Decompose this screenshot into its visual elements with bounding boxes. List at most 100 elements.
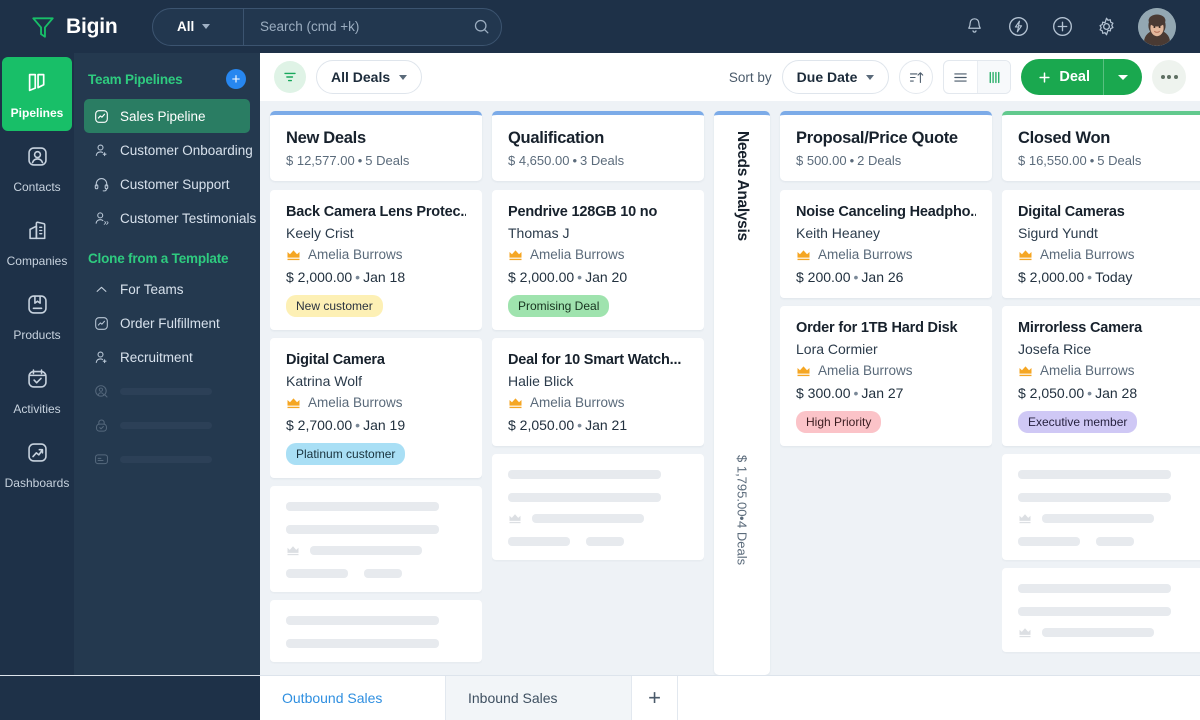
column-count: 2 Deals [857,153,902,168]
add-tab-button[interactable]: + [632,676,678,720]
rail-item-pipelines[interactable]: Pipelines [2,57,72,131]
deal-contact: Josefa Rice [1018,341,1092,357]
user-add-icon [92,141,110,159]
plus-circle-icon[interactable] [1050,15,1074,39]
filter-icon[interactable] [274,61,306,93]
column-title: New Deals [286,129,366,147]
deal-tag: High Priority [796,411,882,433]
column-cards[interactable]: Pendrive 128GB 10 no Thomas J Amelia Bur… [492,190,704,675]
board-column-qualification: Qualification $ 4,650.00 • 3 Deals Pendriv… [492,111,704,675]
clone-template-title: Clone from a Template [88,251,229,266]
list-view-icon[interactable] [944,61,977,93]
avatar[interactable] [1138,7,1176,46]
rail-item-dashboards[interactable]: Dashboards [2,427,72,501]
add-deal-label: Deal [1059,69,1090,85]
column-cards[interactable]: Digital Cameras Sigurd Yundt Amelia Burr… [1002,190,1200,675]
deal-card[interactable]: Order for 1TB Hard Disk Lora Cormier Ame… [780,306,992,446]
deal-card[interactable]: Digital Camera Katrina Wolf Amelia Burro… [270,338,482,478]
companies-icon [24,217,51,247]
sidebar-item-for-teams[interactable]: For Teams [84,272,250,306]
deal-date: Jan 21 [585,417,628,433]
sidebar-item-sales-pipeline[interactable]: Sales Pipeline [84,99,250,133]
board-column-needs-analysis-collapsed[interactable]: Needs Analysis $ 1,795.00•4 Deals [714,111,770,675]
rail-item-contacts[interactable]: Contacts [2,131,72,205]
deal-date: Jan 28 [1095,385,1138,401]
deal-card-skeleton [492,454,704,560]
column-title: Needs Analysis [734,131,751,241]
sidebar-item-label: Recruitment [120,349,193,365]
rail-item-products[interactable]: Products [2,279,72,353]
gear-icon[interactable] [1094,15,1118,39]
board-column-new-deals: New Deals $ 12,577.00 • 5 Deals Back Camer… [270,111,482,675]
deal-amount-row: $ 2,050.00 • Jan 28 [1018,385,1138,401]
tab-label: Outbound Sales [282,690,383,706]
deal-owner-name: Amelia Burrows [1040,247,1135,262]
column-summary: $ 12,577.00 • 5 Deals [286,153,410,168]
deal-date: Jan 27 [861,385,904,401]
column-amount: $ 500.00 [796,153,847,168]
pipelines-icon [24,69,51,99]
deal-amount-row: $ 2,000.00 • Jan 20 [508,269,628,285]
brand-name: Bigin [66,14,118,38]
tab-outbound-sales[interactable]: Outbound Sales [260,676,446,720]
deal-owner-name: Amelia Burrows [530,247,625,262]
sidebar-item-customer-support[interactable]: Customer Support [84,167,250,201]
column-amount: $ 4,650.00 [508,153,570,168]
pipeline-chart-icon [92,107,110,125]
add-pipeline-button[interactable]: + [226,69,246,89]
tab-bar-spacer [0,676,260,720]
sidebar-item-customer-testimonials[interactable]: Customer Testimonials [84,201,256,235]
deal-contact: Katrina Wolf [286,373,362,389]
column-cards[interactable]: Back Camera Lens Protec... Keely Crist A… [270,190,482,675]
deal-card[interactable]: Digital Cameras Sigurd Yundt Amelia Burr… [1002,190,1200,298]
sidebar-item-label: Order Fulfillment [120,315,220,331]
column-header[interactable]: Proposal/Price Quote $ 500.00 • 2 Deals [780,111,992,181]
deal-card[interactable]: Pendrive 128GB 10 no Thomas J Amelia Bur… [492,190,704,330]
column-title: Closed Won [1018,129,1111,147]
deal-amount-row: $ 200.00 • Jan 26 [796,269,904,285]
more-options-icon[interactable] [1152,60,1186,94]
sidebar-item-customer-onboarding[interactable]: Customer Onboarding [84,133,253,167]
deal-owner-name: Amelia Burrows [308,247,403,262]
column-cards[interactable]: Noise Canceling Headpho... Keith Heaney … [780,190,992,675]
deal-title: Order for 1TB Hard Disk [796,320,958,336]
search-scope-dropdown[interactable]: All [153,8,244,45]
column-count: 5 Deals [365,153,410,168]
deal-card[interactable]: Back Camera Lens Protec... Keely Crist A… [270,190,482,330]
deal-card[interactable]: Noise Canceling Headpho... Keith Heaney … [780,190,992,298]
kanban-view-icon[interactable] [977,61,1011,93]
search-icon[interactable] [461,17,501,36]
tab-inbound-sales[interactable]: Inbound Sales [446,676,632,720]
lock-check-icon [92,416,110,434]
column-header[interactable]: New Deals $ 12,577.00 • 5 Deals [270,111,482,181]
sort-by-label: Sort by [728,69,772,85]
bell-icon[interactable] [962,15,986,39]
column-count: 3 Deals [580,153,625,168]
column-header[interactable]: Closed Won $ 16,550.00 • 5 Deals [1002,111,1200,181]
deal-amount: $ 2,050.00 [508,417,575,433]
brand-logo[interactable]: Bigin [16,14,146,40]
deal-title: Back Camera Lens Protec... [286,204,466,220]
rail-item-activities[interactable]: Activities [2,353,72,427]
column-title: Qualification [508,129,605,147]
sidebar-item-recruitment[interactable]: Recruitment [84,340,250,374]
search-input[interactable] [244,19,461,34]
tab-label: Inbound Sales [468,690,558,706]
deal-card[interactable]: Mirrorless Camera Josefa Rice Amelia Bur… [1002,306,1200,446]
add-deal-dropdown[interactable] [1104,74,1142,80]
column-header[interactable]: Qualification $ 4,650.00 • 3 Deals [492,111,704,181]
sidebar-item-order-fulfillment[interactable]: Order Fulfillment [84,306,250,340]
chevron-down-icon [202,24,211,29]
rail-item-companies[interactable]: Companies [2,205,72,279]
app-body: Pipelines Contacts Companies Products Ac… [0,53,1200,675]
team-pipelines-title: Team Pipelines [88,71,183,87]
view-selector-dropdown[interactable]: All Deals [316,60,423,94]
sidebar-item-placeholder [84,374,250,408]
deal-card[interactable]: Deal for 10 Smart Watch... Halie Blick A… [492,338,704,446]
add-deal-button[interactable]: Deal [1021,59,1142,95]
sort-direction-button[interactable] [899,60,934,94]
bolt-icon[interactable] [1006,15,1030,39]
deal-contact: Keely Crist [286,225,354,241]
sort-field-dropdown[interactable]: Due Date [781,60,890,94]
deal-owner: Amelia Burrows [1018,363,1198,378]
